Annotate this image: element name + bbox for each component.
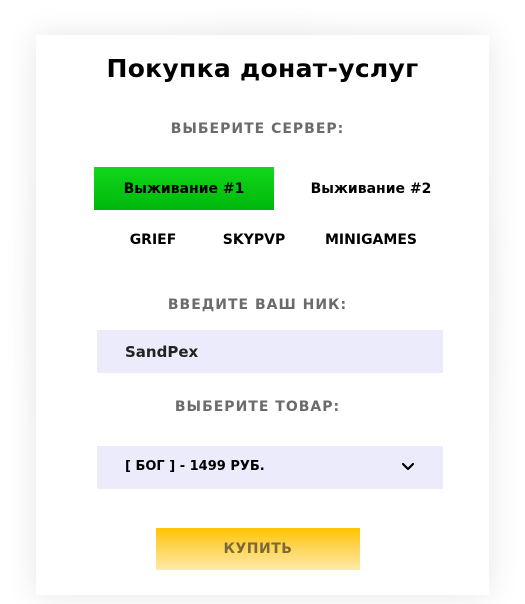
nick-section-label: ВВЕДИТЕ ВАШ НИК: (167, 297, 348, 313)
product-select-value: [ БОГ ] - 1499 РУБ. (125, 459, 265, 474)
nick-field (97, 330, 443, 373)
server-button-skypvp[interactable]: SKYPVP (213, 222, 295, 258)
product-select[interactable]: [ БОГ ] - 1499 РУБ. (97, 446, 443, 489)
product-section-label: ВЫБЕРИТЕ ТОВАР: (174, 399, 341, 415)
server-button-minigames[interactable]: MINIGAMES (318, 222, 424, 258)
nick-input[interactable] (97, 330, 443, 373)
page-title: Покупка донат-услуг (106, 54, 419, 83)
server-button-survival-1[interactable]: Выживание #1 (94, 167, 274, 210)
buy-button[interactable]: КУПИТЬ (156, 528, 360, 570)
server-button-grief[interactable]: GRIEF (115, 222, 191, 258)
purchase-card (36, 35, 489, 595)
server-section-label: ВЫБЕРИТЕ СЕРВЕР: (170, 121, 345, 137)
server-button-survival-2[interactable]: Выживание #2 (300, 167, 442, 210)
chevron-down-icon (401, 462, 415, 471)
